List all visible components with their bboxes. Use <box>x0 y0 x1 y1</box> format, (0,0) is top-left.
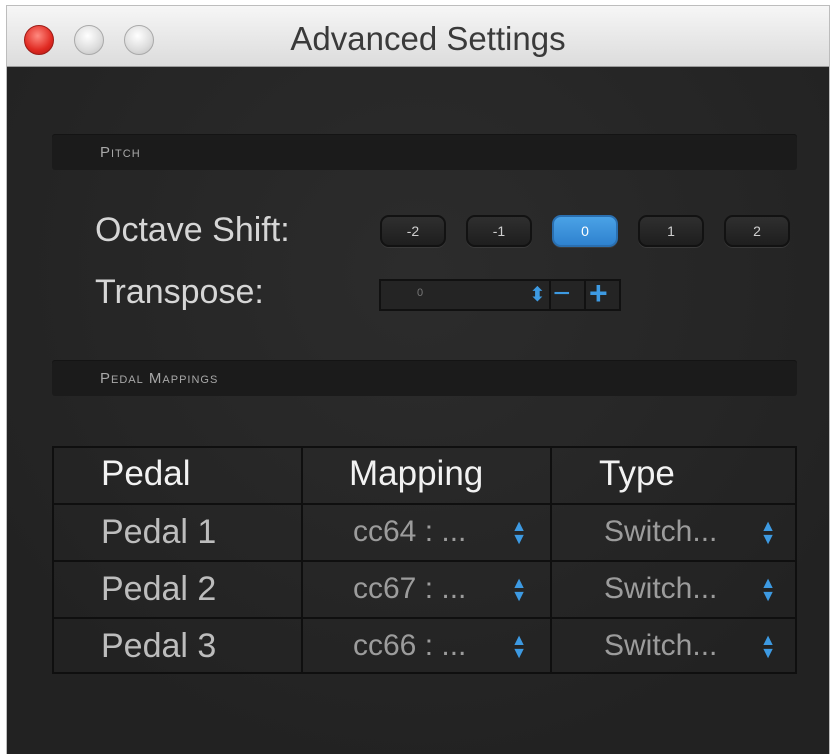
stepper-divider <box>549 281 551 309</box>
pedal-name: Pedal 1 <box>101 513 217 551</box>
column-header-type: Type <box>599 454 675 493</box>
transpose-increment-button[interactable]: + <box>589 277 608 309</box>
pitch-section-header: Pitch <box>52 134 797 170</box>
octave-shift-label: Octave Shift: <box>95 211 290 249</box>
pedal-cell: Pedal 2 <box>54 562 303 617</box>
column-header-mapping: Mapping <box>349 454 484 493</box>
mapping-updown-icon[interactable]: ▲ ▼ <box>509 633 529 662</box>
octave-button-2[interactable]: 2 <box>724 215 790 247</box>
mapping-value[interactable]: cc67 : ... <box>353 572 466 606</box>
mapping-select[interactable]: cc66 : ... ▲ ▼ <box>303 619 552 672</box>
pedal-name: Pedal 3 <box>101 627 217 665</box>
header-cell: Type <box>552 448 795 503</box>
header-cell: Pedal <box>54 448 303 503</box>
type-updown-icon[interactable]: ▲ ▼ <box>758 633 778 662</box>
octave-button-1[interactable]: 1 <box>638 215 704 247</box>
octave-button-minus-2[interactable]: -2 <box>380 215 446 247</box>
type-select[interactable]: Switch... ▲ ▼ <box>552 619 795 672</box>
pedal-mappings-section-header: Pedal Mappings <box>52 360 797 396</box>
table-row: Pedal 1 cc64 : ... ▲ ▼ Switch... ▲ ▼ <box>54 505 795 562</box>
type-updown-icon[interactable]: ▲ ▼ <box>758 576 778 605</box>
pedal-mappings-table: Pedal Mapping Type Pedal 1 cc64 : ... ▲ ▼ <box>52 446 797 674</box>
settings-content: Pitch Octave Shift: -2 -1 0 1 2 Transpos… <box>7 67 829 754</box>
advanced-settings-window: Advanced Settings Pitch Octave Shift: -2… <box>7 6 829 754</box>
type-updown-icon[interactable]: ▲ ▼ <box>758 519 778 548</box>
pedal-mappings-section-title: Pedal Mappings <box>100 370 219 387</box>
table-row: Pedal 3 cc66 : ... ▲ ▼ Switch... ▲ ▼ <box>54 619 795 672</box>
mapping-select[interactable]: cc67 : ... ▲ ▼ <box>303 562 552 617</box>
transpose-value[interactable]: 0 <box>417 287 423 299</box>
mapping-updown-icon[interactable]: ▲ ▼ <box>509 576 529 605</box>
octave-button-0[interactable]: 0 <box>552 215 618 247</box>
pedal-cell: Pedal 3 <box>54 619 303 672</box>
type-value[interactable]: Switch... <box>604 515 717 549</box>
pedal-name: Pedal 2 <box>101 570 217 608</box>
header-cell: Mapping <box>303 448 552 503</box>
type-select[interactable]: Switch... ▲ ▼ <box>552 505 795 560</box>
window-title: Advanced Settings <box>290 20 566 57</box>
pitch-section-title: Pitch <box>100 144 141 161</box>
transpose-updown-icon[interactable]: ⬍ <box>529 281 546 309</box>
mapping-value[interactable]: cc64 : ... <box>353 515 466 549</box>
transpose-label: Transpose: <box>95 273 264 311</box>
transpose-stepper[interactable]: 0 ⬍ − + <box>379 277 621 311</box>
table-header-row: Pedal Mapping Type <box>54 448 795 505</box>
mapping-value[interactable]: cc66 : ... <box>353 629 466 663</box>
pedal-cell: Pedal 1 <box>54 505 303 560</box>
column-header-pedal: Pedal <box>101 454 191 493</box>
transpose-decrement-button[interactable]: − <box>553 279 571 309</box>
stepper-divider <box>584 281 586 309</box>
type-select[interactable]: Switch... ▲ ▼ <box>552 562 795 617</box>
type-value[interactable]: Switch... <box>604 572 717 606</box>
mapping-select[interactable]: cc64 : ... ▲ ▼ <box>303 505 552 560</box>
table-row: Pedal 2 cc67 : ... ▲ ▼ Switch... ▲ ▼ <box>54 562 795 619</box>
type-value[interactable]: Switch... <box>604 629 717 663</box>
mapping-updown-icon[interactable]: ▲ ▼ <box>509 519 529 548</box>
title-bar: Advanced Settings <box>7 6 829 67</box>
octave-button-minus-1[interactable]: -1 <box>466 215 532 247</box>
